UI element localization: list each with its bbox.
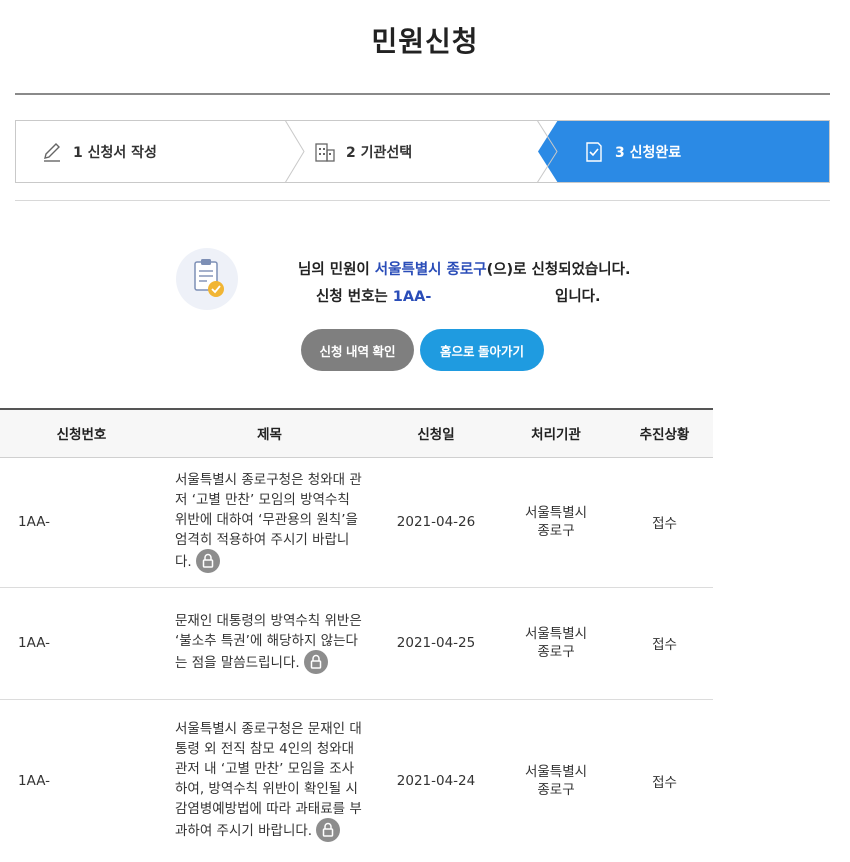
title-cell[interactable]: 문재인 대통령의 방역수칙 위반은 ‘불소추 특권’에 해당하지 않는다는 점을… xyxy=(163,587,376,700)
title-divider xyxy=(15,93,830,95)
clipboard-check-icon xyxy=(176,248,238,310)
title-cell[interactable]: 서울특별시 종로구청은 문재인 대통령 외 전직 참모 4인의 청와대 관저 내… xyxy=(163,699,376,862)
step-indicator: 1 신청서 작성 2 기관선택 3 신청완료 xyxy=(15,120,830,183)
column-header-number: 신청번호 xyxy=(0,408,163,458)
status-cell: 접수 xyxy=(616,699,713,862)
lock-icon xyxy=(195,549,220,573)
column-header-date: 신청일 xyxy=(376,408,496,458)
agency-cell: 서울특별시 종로구 xyxy=(496,587,616,700)
date-cell: 2021-04-26 xyxy=(376,457,496,588)
application-table: 신청번호 제목 신청일 처리기관 추진상황 1AA- 서울특별시 종로구청은 청… xyxy=(0,408,713,862)
agency-cell: 서울특별시 종로구 xyxy=(496,699,616,862)
date-cell: 2021-04-25 xyxy=(376,587,496,700)
application-number-cell: 1AA- xyxy=(0,587,163,700)
lock-icon xyxy=(303,650,328,674)
column-header-status: 추진상황 xyxy=(616,408,713,458)
status-cell: 접수 xyxy=(616,587,713,700)
application-number-suffix: 입니다. xyxy=(555,289,601,305)
column-header-agency: 처리기관 xyxy=(496,408,616,458)
table-header-row: 신청번호 제목 신청일 처리기관 추진상황 xyxy=(0,408,713,458)
application-number: 1AA- xyxy=(392,289,432,305)
lock-icon xyxy=(316,818,341,842)
check-application-button[interactable]: 신청 내역 확인 xyxy=(301,329,414,371)
table-row: 1AA- 문재인 대통령의 방역수칙 위반은 ‘불소추 특권’에 해당하지 않는… xyxy=(0,587,713,700)
column-header-title: 제목 xyxy=(163,408,376,458)
building-icon xyxy=(314,141,336,163)
table-row: 1AA- 서울특별시 종로구청은 문재인 대통령 외 전직 참모 4인의 청와대… xyxy=(0,699,713,862)
step-label: 3 신청완료 xyxy=(615,144,682,161)
step-select-agency: 2 기관선택 xyxy=(314,121,564,182)
table-row: 1AA- 서울특별시 종로구청은 청와대 관저 ‘고별 만찬’ 모임의 방역수칙… xyxy=(0,457,713,588)
agency-name: 서울특별시 종로구 xyxy=(374,262,487,278)
status-cell: 접수 xyxy=(616,457,713,588)
result-message: 님의 민원이 서울특별시 종로구(으)로 신청되었습니다. xyxy=(298,262,631,278)
title-cell[interactable]: 서울특별시 종로구청은 청와대 관저 ‘고별 만찬’ 모임의 방역수칙 위반에 … xyxy=(163,457,376,588)
agency-cell: 서울특별시 종로구 xyxy=(496,457,616,588)
document-check-icon xyxy=(583,141,605,163)
application-number-message: 신청 번호는 1AA- xyxy=(316,289,432,305)
step-label: 2 기관선택 xyxy=(346,144,413,161)
step-label: 1 신청서 작성 xyxy=(73,144,157,161)
page-title: 민원신청 xyxy=(371,25,479,58)
application-number-cell: 1AA- xyxy=(0,699,163,862)
application-number-cell: 1AA- xyxy=(0,457,163,588)
date-cell: 2021-04-24 xyxy=(376,699,496,862)
steps-divider xyxy=(15,200,830,201)
step-write-form: 1 신청서 작성 xyxy=(41,121,291,182)
pencil-icon xyxy=(41,141,63,163)
go-home-button[interactable]: 홈으로 돌아가기 xyxy=(420,329,544,371)
step-complete: 3 신청완료 xyxy=(583,121,823,182)
